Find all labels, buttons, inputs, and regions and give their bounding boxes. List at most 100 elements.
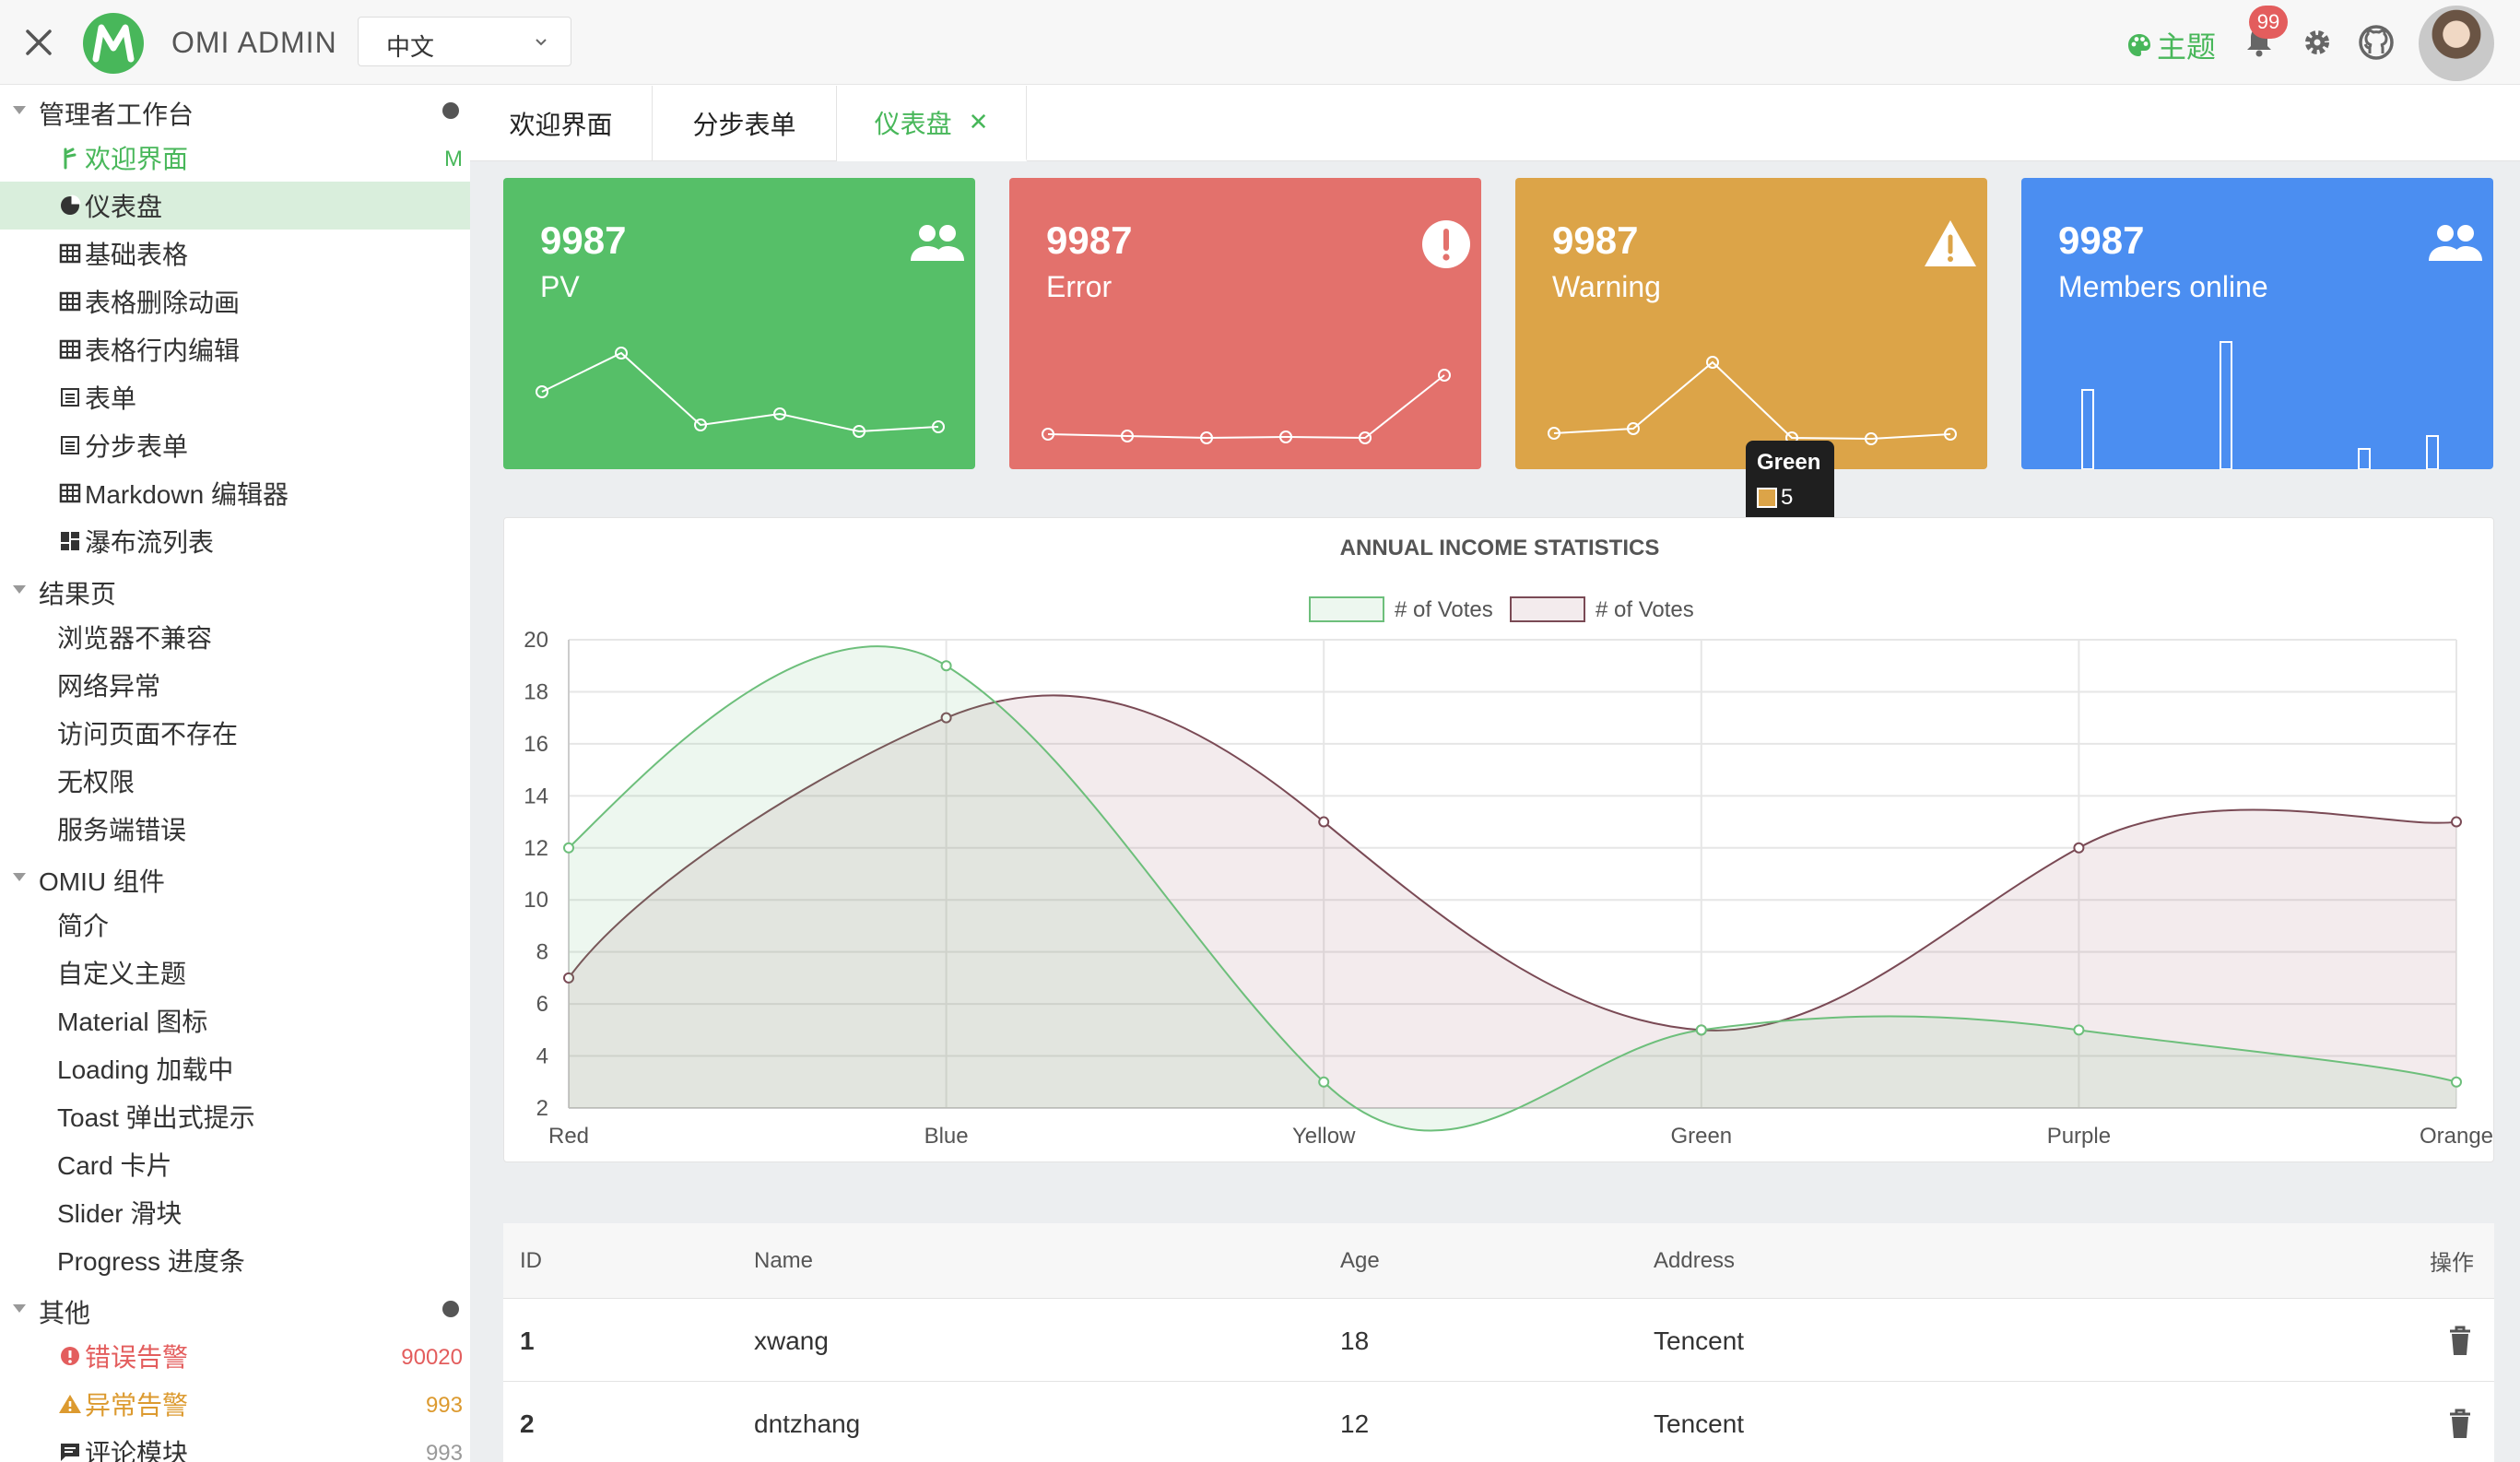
legend-label: # of Votes (1395, 597, 1493, 622)
sidebar-item-label: 表单 (85, 384, 137, 413)
sidebar-item-table-inline-edit[interactable]: 表格行内编辑 (0, 325, 470, 373)
cell-address: Tencent (1654, 1409, 1745, 1438)
delete-button[interactable] (2446, 1384, 2474, 1462)
sidebar-item-intro[interactable]: 简介 (0, 901, 470, 949)
stat-card-pv: 9987 PV (503, 178, 975, 469)
data-point (563, 842, 574, 854)
sidebar-item-label: 简介 (57, 912, 110, 940)
sidebar-item-basic-table[interactable]: 基础表格 (0, 230, 470, 277)
close-icon[interactable] (18, 22, 59, 63)
caret-down-icon (13, 585, 26, 594)
tab-label: 分步表单 (692, 111, 796, 139)
sidebar-item-label: Markdown 编辑器 (85, 480, 289, 509)
stat-card-error: 9987 Error (1009, 178, 1481, 469)
delete-button[interactable] (2446, 1301, 2474, 1381)
sidebar-group-result[interactable]: 结果页 (0, 565, 470, 613)
sidebar-item-slider[interactable]: Slider 滑块 (0, 1188, 470, 1236)
sidebar-group-label: 结果页 (39, 580, 117, 608)
sidebar-item-dashboard[interactable]: 仪表盘 (0, 182, 470, 230)
sidebar-item-form[interactable]: 表单 (0, 373, 470, 421)
sidebar-item-loading[interactable]: Loading 加载中 (0, 1044, 470, 1092)
alert-circle-icon (1422, 220, 1470, 268)
user-avatar[interactable] (2419, 6, 2494, 81)
bar-mark (2081, 389, 2094, 469)
sidebar-item-browser-incompatible[interactable]: 浏览器不兼容 (0, 613, 470, 661)
sidebar-group-label: OMIU 组件 (39, 867, 165, 896)
sidebar-item-network-error[interactable]: 网络异常 (0, 661, 470, 709)
tab-bar: 欢迎界面 分步表单 仪表盘 ✕ (470, 86, 2520, 161)
data-point (2073, 842, 2085, 854)
trash-icon (2450, 1326, 2470, 1355)
language-select[interactable]: 中文 (358, 17, 571, 66)
sidebar-item-label: 表格行内编辑 (85, 336, 241, 365)
tab-close-icon[interactable]: ✕ (969, 108, 989, 136)
col-header-name: Name (754, 1247, 814, 1273)
tab-step-form[interactable]: 分步表单 (653, 86, 837, 161)
sidebar-item-label: Progress 进度条 (57, 1247, 245, 1276)
y-tick-label: 16 (524, 732, 548, 757)
stat-label: Warning (1552, 270, 1661, 303)
stat-number: 9987 (540, 218, 627, 262)
cell-name: dntzhang (754, 1409, 861, 1438)
app-logo (83, 13, 144, 74)
y-tick-label: 2 (536, 1096, 548, 1121)
grid-table-icon (57, 289, 83, 314)
gear-icon[interactable] (2301, 26, 2334, 59)
github-icon[interactable] (2358, 24, 2395, 61)
sidebar-item-toast[interactable]: Toast 弹出式提示 (0, 1092, 470, 1140)
sidebar-item-waterfall-list[interactable]: 瀑布流列表 (0, 517, 470, 565)
col-header-actions: 操作 (2430, 1251, 2474, 1276)
x-tick-label: Green (1670, 1124, 1732, 1149)
sparkline-path (1047, 374, 1445, 440)
sidebar-item-table-delete-animation[interactable]: 表格删除动画 (0, 277, 470, 325)
y-tick-label: 4 (536, 1044, 548, 1069)
people-icon (2429, 225, 2482, 261)
bar-mark (2426, 435, 2439, 469)
sidebar-item-label: 错误告警 (85, 1343, 189, 1372)
sidebar-item-step-form[interactable]: 分步表单 (0, 421, 470, 469)
sidebar-group-label: 管理者工作台 (39, 100, 194, 129)
caret-down-icon (13, 106, 26, 114)
sidebar-item-progress[interactable]: Progress 进度条 (0, 1236, 470, 1284)
sidebar-item-no-permission[interactable]: 无权限 (0, 757, 470, 805)
x-tick-label: Red (548, 1124, 589, 1149)
sidebar-item-error-alert[interactable]: 错误告警 90020 (0, 1332, 470, 1380)
grid-table-icon (57, 241, 83, 266)
bar-mark (2358, 448, 2371, 469)
form-icon (57, 432, 83, 458)
sidebar-item-warning-alert[interactable]: 异常告警 993 (0, 1380, 470, 1428)
sparkline-path (541, 351, 939, 433)
y-tick-label: 12 (524, 836, 548, 861)
sidebar-group-other[interactable]: 其他 (0, 1284, 470, 1332)
sidebar-item-card[interactable]: Card 卡片 (0, 1140, 470, 1188)
warning-triangle-icon (1925, 220, 1976, 266)
sidebar-item-label: 网络异常 (57, 672, 161, 701)
sidebar-item-welcome[interactable]: 欢迎界面 M (0, 134, 470, 182)
sidebar-item-label: 欢迎界面 (85, 145, 189, 173)
sidebar-item-label: Card 卡片 (57, 1151, 172, 1180)
sidebar-group-omiu[interactable]: OMIU 组件 (0, 853, 470, 901)
theme-button[interactable]: 主题 (2126, 24, 2216, 66)
theme-label: 主题 (2157, 30, 2217, 64)
sidebar-item-label: 基础表格 (85, 241, 189, 269)
bar-mark (2220, 341, 2232, 469)
sidebar-item-server-error[interactable]: 服务端错误 (0, 805, 470, 853)
grid-table-icon (57, 336, 83, 362)
tab-welcome[interactable]: 欢迎界面 (470, 86, 653, 161)
sidebar-item-label: 自定义主题 (57, 960, 187, 988)
language-value: 中文 (386, 33, 435, 61)
sidebar-item-count: 993 (425, 1441, 463, 1462)
top-header: OMI ADMIN 中文 主题 99 (0, 0, 2520, 85)
sidebar-item-label: 瀑布流列表 (85, 528, 215, 557)
sidebar-item-custom-theme[interactable]: 自定义主题 (0, 949, 470, 996)
sidebar-item-markdown-editor[interactable]: Markdown 编辑器 (0, 469, 470, 517)
status-dot (442, 1301, 459, 1317)
cell-id: 1 (520, 1326, 535, 1355)
sidebar-item-page-not-found[interactable]: 访问页面不存在 (0, 709, 470, 757)
caret-down-icon (13, 873, 26, 881)
tab-dashboard[interactable]: 仪表盘 ✕ (837, 86, 1027, 161)
sidebar-item-material-icons[interactable]: Material 图标 (0, 996, 470, 1044)
data-point (1318, 816, 1330, 828)
sidebar-group-workbench[interactable]: 管理者工作台 (0, 86, 470, 134)
sidebar-item-comments[interactable]: 评论模块 993 (0, 1428, 470, 1462)
